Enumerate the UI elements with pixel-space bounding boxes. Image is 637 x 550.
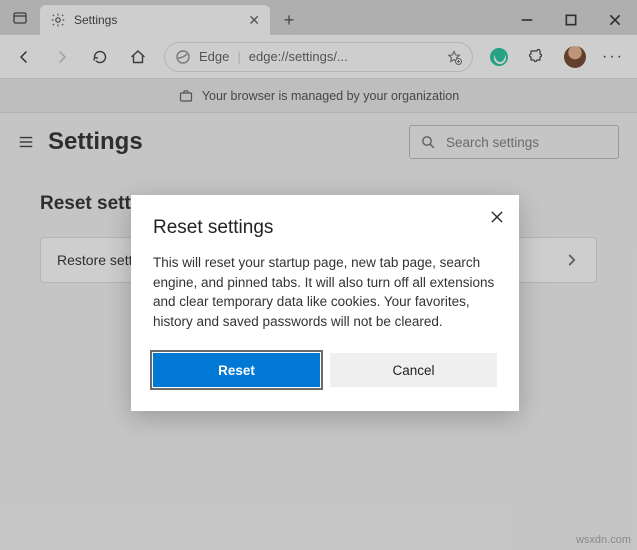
reset-settings-modal: Reset settings This will reset your star… xyxy=(131,195,519,411)
reset-button[interactable]: Reset xyxy=(153,353,320,387)
modal-title: Reset settings xyxy=(153,217,497,239)
modal-body: This will reset your startup page, new t… xyxy=(153,253,497,331)
modal-close-button[interactable] xyxy=(489,209,505,225)
modal-actions: Reset Cancel xyxy=(153,353,497,387)
cancel-button[interactable]: Cancel xyxy=(330,353,497,387)
watermark: wsxdn.com xyxy=(576,534,631,546)
